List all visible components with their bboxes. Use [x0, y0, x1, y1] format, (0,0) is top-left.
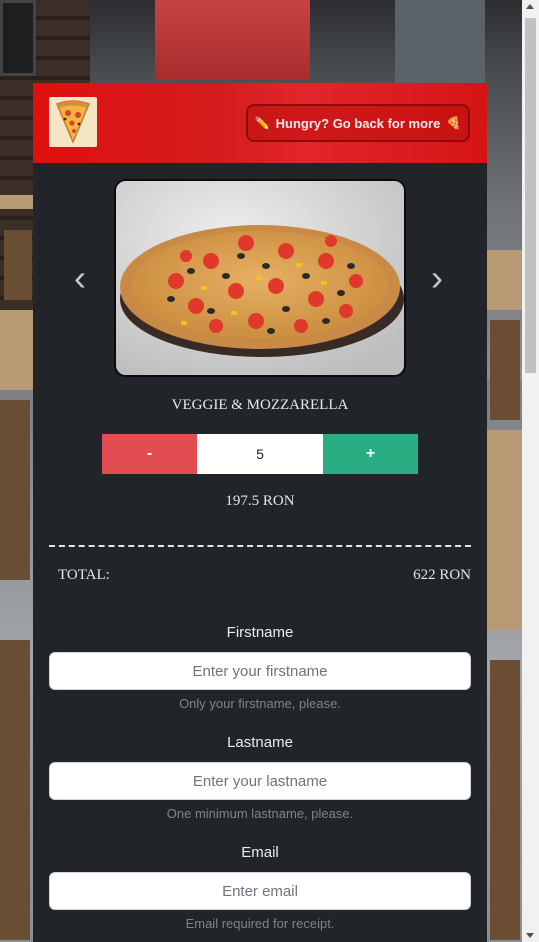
firstname-field[interactable]	[49, 652, 471, 690]
quantity-value[interactable]: 5	[197, 434, 323, 474]
background-table	[0, 195, 34, 209]
carousel-next-button[interactable]: ›	[417, 253, 457, 303]
background-table	[487, 430, 522, 630]
carousel-prev-button[interactable]: ‹	[60, 253, 100, 303]
background-table	[487, 250, 522, 310]
pencil-icon: ✏️	[254, 116, 270, 130]
lastname-field[interactable]	[49, 762, 471, 800]
lastname-help: One minimum lastname, please.	[166, 806, 354, 821]
increase-quantity-button[interactable]: +	[323, 434, 418, 474]
email-help: Email required for receipt.	[185, 916, 335, 931]
go-back-button[interactable]: ✏️ Hungry? Go back for more 🍕	[246, 104, 470, 142]
header: ✏️ Hungry? Go back for more 🍕	[33, 83, 487, 163]
product-name: VEGGIE & MOZZARELLA	[171, 397, 349, 413]
background-pillar	[395, 0, 485, 90]
background-chair	[4, 230, 32, 300]
firstname-label: Firstname	[226, 624, 294, 641]
decrease-quantity-button[interactable]: -	[102, 434, 197, 474]
chevron-right-icon: ›	[431, 257, 443, 298]
pizza-image	[116, 181, 404, 375]
background-chair	[0, 640, 30, 940]
total-label: TOTAL:	[58, 567, 110, 583]
background-chair	[490, 660, 520, 940]
go-back-label: Hungry? Go back for more	[275, 115, 441, 131]
scroll-down-icon[interactable]	[526, 933, 534, 938]
email-field[interactable]	[49, 872, 471, 910]
order-panel: ✏️ Hungry? Go back for more 🍕 ‹ › VEGGIE…	[33, 83, 487, 942]
pizza-icon: 🍕	[446, 116, 462, 130]
page-scrollbar[interactable]	[522, 0, 539, 942]
background-table	[0, 310, 34, 390]
product-carousel: ‹ ›	[33, 179, 487, 379]
scroll-thumb[interactable]	[525, 18, 536, 373]
firstname-help: Only your firstname, please.	[179, 696, 341, 711]
background-chair	[490, 320, 520, 420]
item-price: 197.5 RON	[225, 493, 295, 509]
background-chair	[0, 400, 30, 580]
email-label: Email	[241, 844, 279, 861]
quantity-stepper: - 5 +	[102, 434, 418, 474]
divider	[49, 545, 471, 547]
logo[interactable]	[49, 97, 97, 147]
background-frame	[0, 0, 36, 76]
product-image	[114, 179, 406, 377]
total-value: 622 RON	[413, 567, 471, 583]
background-red-panel	[155, 0, 310, 80]
chevron-left-icon: ‹	[74, 257, 86, 298]
scroll-up-icon[interactable]	[526, 4, 534, 9]
lastname-label: Lastname	[227, 734, 293, 751]
pizza-slice-icon	[56, 100, 90, 144]
